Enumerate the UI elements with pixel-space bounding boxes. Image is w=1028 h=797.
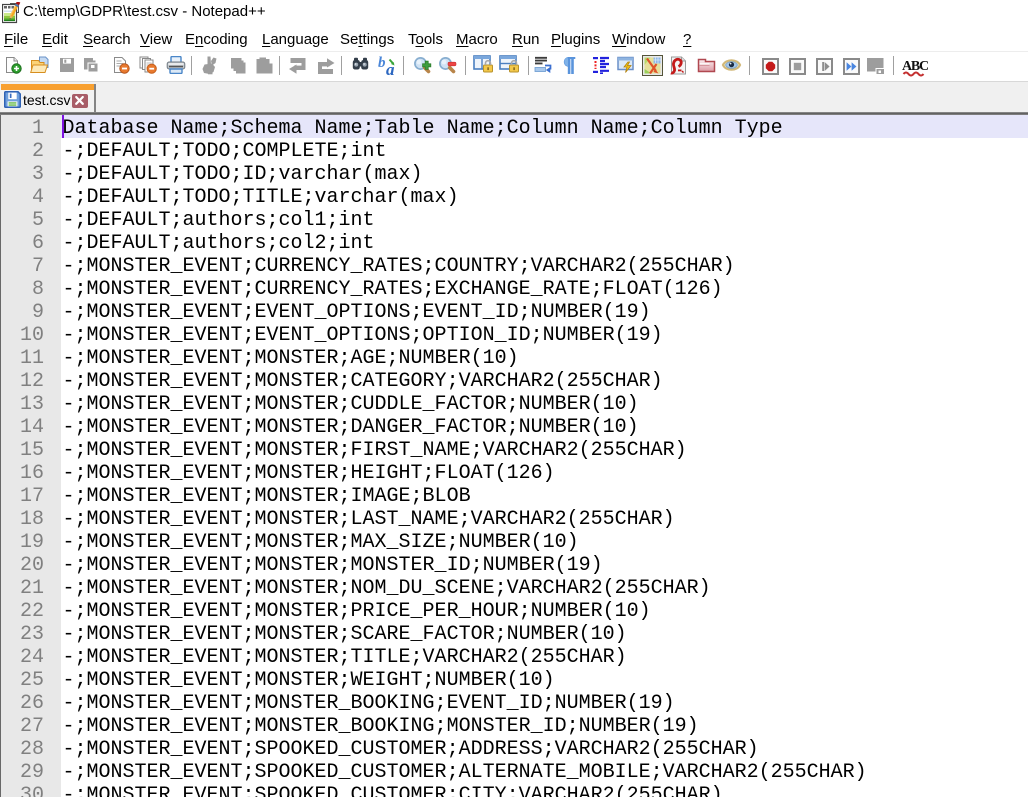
svg-text:b: b xyxy=(378,55,386,71)
svg-text:a: a xyxy=(386,60,395,76)
